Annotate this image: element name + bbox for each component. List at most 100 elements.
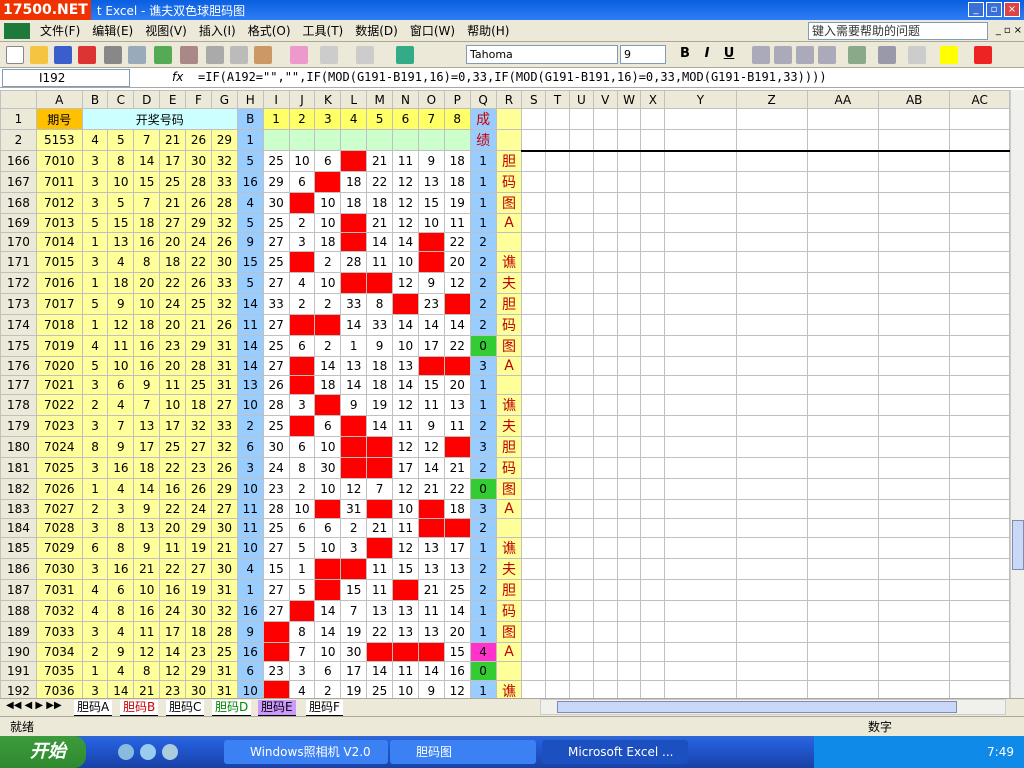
cell[interactable] <box>640 314 666 336</box>
cell[interactable] <box>664 642 737 662</box>
draw-cell[interactable]: 17 <box>159 150 187 172</box>
cell[interactable] <box>949 621 1010 643</box>
cell[interactable] <box>545 375 570 395</box>
cell[interactable] <box>949 293 1010 315</box>
cell[interactable] <box>616 213 642 233</box>
select-all-corner[interactable] <box>0 90 37 109</box>
menu-data[interactable]: 数据(D) <box>349 22 404 39</box>
cell[interactable] <box>545 537 570 559</box>
hit-cell[interactable]: 33 <box>340 272 368 294</box>
draw-cell[interactable]: 18 <box>107 272 135 294</box>
blue-ball-cell[interactable]: 14 <box>236 335 264 357</box>
distance-cell[interactable]: 21 <box>417 478 445 500</box>
draw-cell[interactable]: 22 <box>185 251 212 273</box>
distance-cell[interactable]: 33 <box>366 314 394 336</box>
draw-cell[interactable]: 8 <box>81 436 109 458</box>
formula-input[interactable]: =IF(A192="","",IF(MOD(G191-B191,16)=0,33… <box>198 70 827 84</box>
hit-cell[interactable]: 5 <box>288 192 316 214</box>
distance-cell[interactable]: 23 <box>262 661 290 681</box>
cell[interactable] <box>806 192 880 214</box>
cell[interactable] <box>949 314 1010 336</box>
cell[interactable] <box>521 356 547 376</box>
cell[interactable] <box>545 251 570 273</box>
label-cell[interactable]: 胆 <box>495 150 523 172</box>
blue-ball-cell[interactable]: 16 <box>236 171 264 193</box>
cell[interactable] <box>616 356 642 376</box>
distance-cell[interactable]: 14 <box>392 375 419 395</box>
cell[interactable] <box>592 478 618 500</box>
distance-cell[interactable]: 14 <box>366 232 394 252</box>
draw-cell[interactable]: 24 <box>185 232 212 252</box>
draw-cell[interactable]: 27 <box>185 558 212 580</box>
draw-cell[interactable]: 13 <box>133 415 161 437</box>
score-cell[interactable]: 1 <box>469 537 497 559</box>
insert-function-icon[interactable]: fx <box>172 70 183 84</box>
cell[interactable] <box>735 436 808 458</box>
cell[interactable] <box>878 499 951 519</box>
cell[interactable] <box>592 150 618 172</box>
restore-button[interactable]: ▫ <box>986 2 1002 17</box>
cell[interactable] <box>735 394 808 416</box>
permission-icon[interactable] <box>78 46 96 64</box>
label-cell[interactable]: 谯 <box>495 680 523 698</box>
format-painter-icon[interactable] <box>290 46 308 64</box>
cell[interactable] <box>545 394 570 416</box>
cell[interactable] <box>443 129 471 151</box>
column-header-H[interactable]: H <box>236 90 264 109</box>
align-right-icon[interactable] <box>796 46 814 64</box>
score-cell[interactable]: 0 <box>469 478 497 500</box>
draw-cell[interactable]: 24 <box>159 293 187 315</box>
distance-cell[interactable]: 14 <box>443 314 471 336</box>
cell[interactable] <box>806 499 880 519</box>
distance-cell[interactable]: 10 <box>288 499 316 519</box>
distance-cell[interactable]: 11 <box>366 579 394 601</box>
cell[interactable] <box>878 129 951 152</box>
cell[interactable] <box>569 171 594 193</box>
cell[interactable] <box>640 457 666 479</box>
distance-cell[interactable]: 18 <box>366 192 394 214</box>
draw-cell[interactable]: 4 <box>81 600 109 622</box>
score-cell[interactable]: 1 <box>469 213 497 233</box>
draw-cell[interactable]: 16 <box>159 478 187 500</box>
hit-cell[interactable]: 26 <box>340 457 368 479</box>
distance-cell[interactable]: 9 <box>340 394 368 416</box>
period-cell[interactable]: 7011 <box>35 171 83 193</box>
hit-cell[interactable]: 2 <box>340 558 368 580</box>
cell[interactable] <box>664 499 737 519</box>
vertical-scroll-thumb[interactable] <box>1012 520 1024 570</box>
cell[interactable] <box>545 192 570 214</box>
blue-ball-cell[interactable]: 9 <box>236 621 264 643</box>
draw-cell[interactable]: 18 <box>159 251 187 273</box>
cell[interactable] <box>878 518 951 538</box>
cell[interactable] <box>806 232 880 252</box>
row-header[interactable]: 185 <box>0 537 37 559</box>
period-cell[interactable]: 7022 <box>35 394 83 416</box>
distance-cell[interactable]: 18 <box>366 356 394 376</box>
cell[interactable] <box>806 150 880 172</box>
blue-ball-cell[interactable]: 11 <box>236 499 264 519</box>
cell[interactable] <box>569 499 594 519</box>
draw-cell[interactable]: 16 <box>133 356 161 376</box>
cell[interactable] <box>521 478 547 500</box>
cell[interactable] <box>735 150 808 172</box>
blue-ball-cell[interactable]: 16 <box>236 600 264 622</box>
cell[interactable] <box>616 129 642 152</box>
draw-cell[interactable]: 22 <box>159 499 187 519</box>
distance-cell[interactable]: 4 <box>288 272 316 294</box>
cell[interactable] <box>640 394 666 416</box>
draw-cell[interactable]: 4 <box>107 251 135 273</box>
distance-cell[interactable]: 28 <box>340 251 368 273</box>
column-header-W[interactable]: W <box>616 90 642 109</box>
distance-cell[interactable]: 14 <box>366 415 394 437</box>
cell[interactable] <box>521 272 547 294</box>
draw-cell[interactable]: 17 <box>159 621 187 643</box>
draw-cell[interactable]: 7 <box>133 129 161 151</box>
draw-cell[interactable]: 23 <box>185 642 212 662</box>
cell[interactable] <box>735 314 808 336</box>
hit-cell[interactable]: 20 <box>417 232 445 252</box>
draw-cell[interactable]: 32 <box>210 600 238 622</box>
distance-cell[interactable]: 33 <box>340 293 368 315</box>
distance-cell[interactable]: 25 <box>443 579 471 601</box>
draw-cell[interactable]: 25 <box>185 293 212 315</box>
period-cell[interactable]: 7019 <box>35 335 83 357</box>
